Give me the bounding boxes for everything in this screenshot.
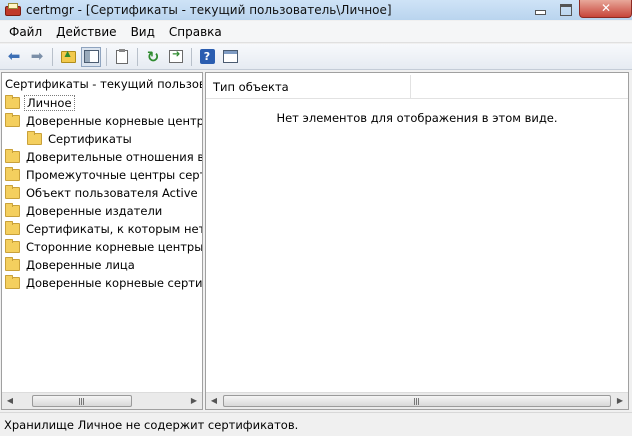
folder-icon — [5, 221, 20, 235]
tree-item-personal[interactable]: Личное — [2, 94, 202, 112]
status-bar: Хранилище Личное не содержит сертификато… — [0, 412, 632, 436]
help-button[interactable]: ? — [197, 47, 217, 67]
toolbar: ⬅ ➡ ↻ ? — [0, 44, 632, 70]
clipboard-button[interactable] — [112, 47, 132, 67]
refresh-button[interactable]: ↻ — [143, 47, 163, 67]
tree-item-label: Сторонние корневые центры сертификации — [26, 240, 202, 254]
up-folder-icon — [60, 49, 76, 63]
scrollbar-thumb[interactable] — [32, 395, 132, 407]
certmgr-app-icon[interactable] — [5, 3, 21, 17]
tree-item-trusted-people[interactable]: Доверенные лица — [2, 256, 202, 274]
tree-item-label: Доверенные корневые сертификаты смарт-ка… — [26, 276, 202, 290]
back-arrow-icon: ⬅ — [7, 47, 21, 65]
window-title: certmgr - [Сертификаты - текущий пользов… — [26, 3, 392, 17]
folder-icon — [27, 131, 42, 145]
tree-item-label: Доверенные издатели — [26, 204, 163, 218]
help-icon: ? — [199, 49, 215, 64]
back-button[interactable]: ⬅ — [4, 47, 24, 67]
tree-item-untrusted[interactable]: Сертификаты, к которым нет доверия — [2, 220, 202, 238]
folder-icon — [5, 275, 20, 289]
status-text: Хранилище Личное не содержит сертификато… — [4, 417, 299, 432]
scroll-left-icon[interactable]: ◀ — [206, 393, 222, 409]
minimize-button[interactable] — [527, 0, 552, 18]
export-list-icon — [169, 49, 183, 63]
folder-icon — [5, 113, 20, 127]
tree-item-label: Доверенные корневые центры сертификации — [26, 114, 202, 128]
details-pane: Тип объекта Нет элементов для отображени… — [205, 72, 629, 410]
menu-bar: Файл Действие Вид Справка — [0, 21, 632, 43]
tree-item-label: Доверенные лица — [26, 258, 135, 272]
close-button[interactable] — [579, 0, 632, 18]
grip-icon — [414, 398, 420, 405]
menu-action[interactable]: Действие — [49, 22, 123, 42]
properties-button[interactable] — [220, 47, 240, 67]
details-horizontal-scrollbar[interactable]: ◀ ▶ — [206, 392, 628, 409]
tree-list: Личное Доверенные корневые центры сертиф… — [2, 94, 202, 292]
tree-root[interactable]: Сертификаты - текущий пользователь — [5, 77, 202, 91]
forward-arrow-icon: ➡ — [30, 47, 44, 65]
folder-icon — [5, 167, 20, 181]
scroll-right-icon[interactable]: ▶ — [612, 393, 628, 409]
toolbar-separator — [137, 47, 138, 66]
tree-item-enterprise-trust[interactable]: Доверительные отношения в предприятии — [2, 148, 202, 166]
tree-item-label: Личное — [24, 95, 75, 111]
column-header-object-type[interactable]: Тип объекта — [206, 74, 411, 99]
toolbar-separator — [106, 47, 107, 66]
tree-item-intermediate-ca[interactable]: Промежуточные центры сертификации — [2, 166, 202, 184]
maximize-button[interactable] — [553, 0, 578, 18]
export-list-button[interactable] — [166, 47, 186, 67]
tree-item-label: Объект пользователя Active Directory — [26, 186, 202, 200]
menu-file[interactable]: Файл — [2, 22, 49, 42]
tree-item-third-party-root[interactable]: Сторонние корневые центры сертификации — [2, 238, 202, 256]
up-one-level-button[interactable] — [58, 47, 78, 67]
tree-horizontal-scrollbar[interactable]: ◀ ▶ — [2, 392, 202, 409]
show-hide-tree-button[interactable] — [81, 46, 101, 67]
folder-icon — [5, 149, 20, 163]
title-bar: certmgr - [Сертификаты - текущий пользов… — [0, 0, 632, 20]
toolbar-separator — [191, 47, 192, 66]
menu-help[interactable]: Справка — [162, 22, 229, 42]
grip-icon — [79, 398, 85, 405]
console-tree-pane: Сертификаты - текущий пользователь Лично… — [1, 72, 203, 410]
folder-icon — [5, 185, 20, 199]
tree-item-label: Сертификаты — [48, 132, 132, 146]
folder-icon — [5, 257, 20, 271]
tree-item-trusted-publishers[interactable]: Доверенные издатели — [2, 202, 202, 220]
refresh-icon: ↻ — [146, 47, 160, 66]
folder-icon — [5, 239, 20, 253]
properties-icon — [222, 50, 238, 63]
folder-icon — [5, 203, 20, 217]
tree-item-label: Доверительные отношения в предприятии — [26, 150, 202, 164]
clipboard-icon — [116, 48, 128, 64]
tree-item-certificates[interactable]: Сертификаты — [2, 130, 202, 148]
scroll-left-icon[interactable]: ◀ — [2, 393, 18, 409]
tree-item-label: Промежуточные центры сертификации — [26, 168, 202, 182]
empty-list-message: Нет элементов для отображения в этом вид… — [276, 111, 558, 125]
folder-icon — [5, 95, 20, 109]
scroll-right-icon[interactable]: ▶ — [186, 393, 202, 409]
forward-button[interactable]: ➡ — [27, 47, 47, 67]
scrollbar-thumb[interactable] — [223, 395, 611, 407]
tree-item-active-directory-user[interactable]: Объект пользователя Active Directory — [2, 184, 202, 202]
show-hide-tree-icon — [83, 50, 99, 63]
menu-view[interactable]: Вид — [124, 22, 162, 42]
tree-item-trusted-root[interactable]: Доверенные корневые центры сертификации — [2, 112, 202, 130]
tree-item-smart-card-root[interactable]: Доверенные корневые сертификаты смарт-ка… — [2, 274, 202, 292]
column-header-row: Тип объекта — [206, 74, 628, 99]
tree-item-label: Сертификаты, к которым нет доверия — [26, 222, 202, 236]
toolbar-separator — [52, 47, 53, 66]
